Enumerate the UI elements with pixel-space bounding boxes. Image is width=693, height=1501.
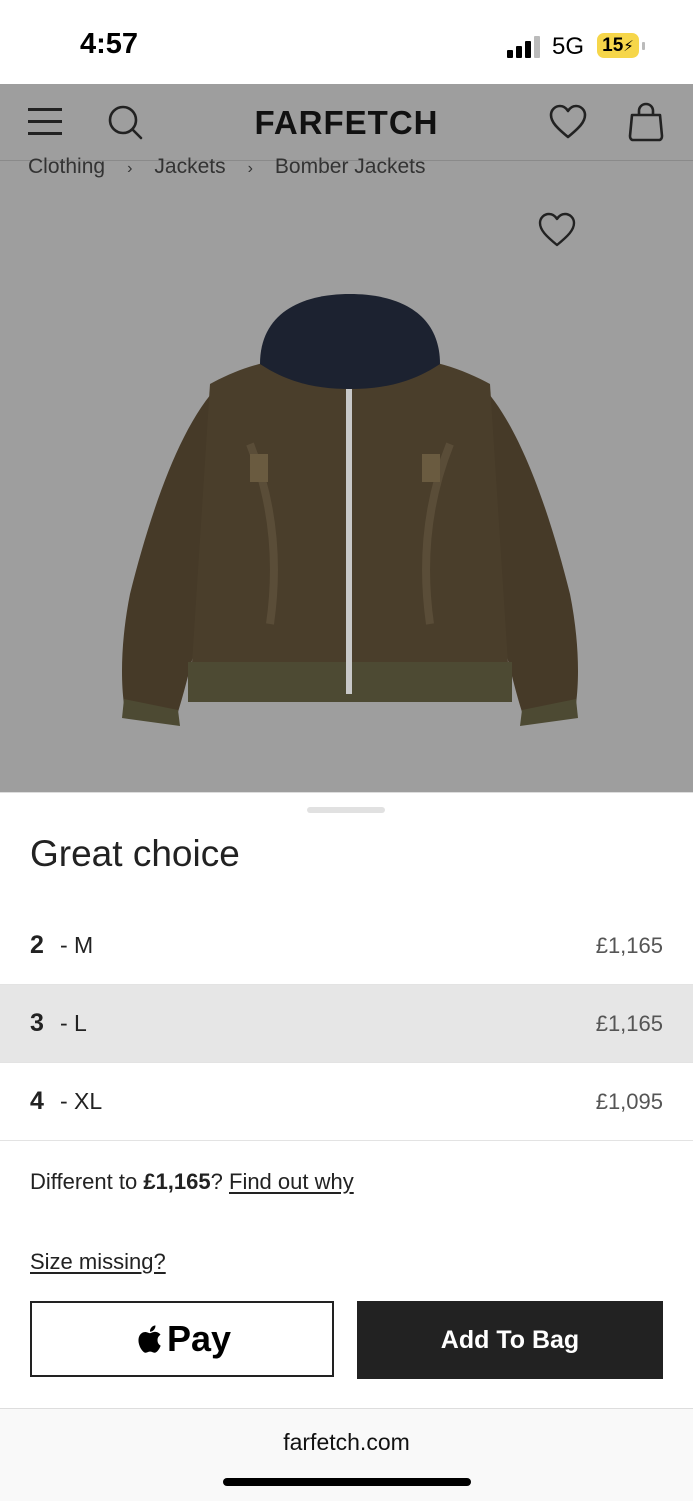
size-number: 2: [30, 931, 44, 959]
size-price: £1,095: [595, 1089, 663, 1114]
status-time: 4:57: [80, 28, 139, 60]
network-type: 5G: [552, 33, 585, 60]
price-difference-note: Different to £1,165? Find out why: [30, 1169, 354, 1195]
signal-icon: [507, 36, 541, 58]
price-note-amount: £1,165: [143, 1169, 211, 1194]
chevron-right-icon: ›: [247, 160, 253, 177]
size-label: - L: [60, 1010, 87, 1036]
status-bar: 4:57 5G 15⚡: [0, 0, 693, 84]
apple-pay-label: Pay: [166, 1318, 232, 1359]
site-header: FARFETCH: [0, 84, 693, 161]
farfetch-logo[interactable]: FARFETCH: [0, 104, 693, 142]
size-option-xl[interactable]: 4 - XL £1,095: [0, 1063, 693, 1141]
breadcrumb-item-clothing[interactable]: Clothing: [28, 155, 105, 178]
breadcrumb-item-bomber-jackets[interactable]: Bomber Jackets: [275, 155, 426, 178]
size-option-l[interactable]: 3 - L £1,165: [0, 985, 693, 1063]
size-label: - M: [60, 932, 94, 958]
browser-url-bar: farfetch.com: [0, 1408, 693, 1501]
sheet-title: Great choice: [30, 833, 240, 874]
apple-logo-icon: [138, 1325, 161, 1353]
size-option-m[interactable]: 2 - M £1,165: [0, 907, 693, 985]
add-to-bag-button[interactable]: Add To Bag: [357, 1301, 663, 1379]
sheet-drag-handle[interactable]: [307, 807, 385, 813]
size-price: £1,165: [595, 933, 663, 958]
home-indicator[interactable]: [223, 1478, 471, 1486]
size-number: 4: [30, 1087, 44, 1115]
price-note-suffix: ?: [210, 1169, 223, 1194]
battery-icon: 15⚡: [597, 33, 639, 58]
product-image-area: FARFETCH Clothing › Jackets › Bomber Jackets: [0, 84, 693, 792]
find-out-why-link[interactable]: Find out why: [229, 1169, 354, 1194]
product-image-bomber-jacket[interactable]: [110, 294, 590, 754]
url-text[interactable]: farfetch.com: [0, 1429, 693, 1456]
price-note-prefix: Different to: [30, 1169, 144, 1194]
wishlist-heart-icon[interactable]: [549, 104, 587, 140]
size-price: £1,165: [595, 1011, 663, 1036]
chevron-right-icon: ›: [127, 160, 133, 177]
breadcrumb: Clothing › Jackets › Bomber Jackets: [28, 154, 425, 180]
size-number: 3: [30, 1009, 44, 1037]
battery-tip: [642, 42, 645, 50]
size-selection-sheet: Great choice 2 - M £1,165 3 - L £1,165 4…: [0, 792, 693, 1409]
size-missing-link[interactable]: Size missing?: [30, 1249, 166, 1275]
battery-level: 15: [602, 35, 624, 56]
wishlist-heart-icon[interactable]: [537, 212, 577, 248]
shopping-bag-icon[interactable]: [627, 102, 665, 142]
breadcrumb-item-jackets[interactable]: Jackets: [154, 155, 225, 178]
apple-pay-button[interactable]: Pay: [30, 1301, 334, 1377]
size-label: - XL: [60, 1088, 103, 1114]
